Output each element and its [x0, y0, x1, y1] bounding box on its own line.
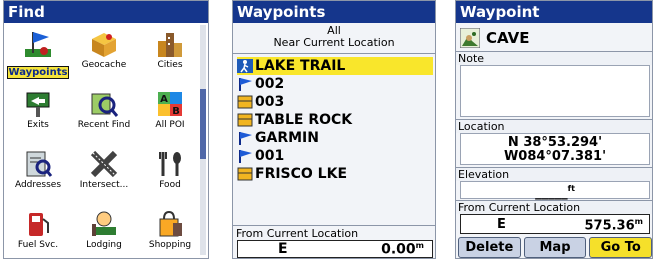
waypoint-row[interactable]: 001	[237, 147, 433, 165]
waypoints-near-label: Near Current Location	[273, 36, 395, 49]
waypoint-row[interactable]: 003	[237, 93, 433, 111]
location-label: Location	[456, 119, 652, 133]
waypoint-row[interactable]: GARMIN	[237, 129, 433, 147]
elevation-field[interactable]: _____ft	[460, 181, 650, 201]
elevation-value: _____	[535, 185, 568, 201]
find-item-shopping[interactable]: Shopping	[138, 205, 202, 258]
detail-distance-value: 575.36m	[584, 217, 643, 234]
all-poi-icon: AB	[155, 89, 185, 119]
map-button[interactable]: Map	[523, 237, 587, 258]
blue-flag-icon	[237, 77, 253, 91]
find-scrollbar-thumb[interactable]	[200, 89, 206, 159]
svg-text:B: B	[172, 106, 180, 117]
waypoint-name: CAVE	[486, 29, 530, 47]
find-item-addresses[interactable]: Addresses	[6, 145, 70, 203]
waypoint-name-field[interactable]: CAVE	[459, 27, 530, 49]
waypoints-title: Waypoints	[233, 1, 435, 23]
waypoint-detail-title: Waypoint	[456, 1, 652, 23]
find-item-waypoints[interactable]: Waypoints	[6, 25, 70, 83]
recent-find-icon	[89, 89, 119, 119]
find-item-lodging[interactable]: Lodging	[72, 205, 136, 258]
waypoints-filter-header[interactable]: All Near Current Location	[233, 23, 435, 49]
find-title: Find	[4, 1, 208, 23]
cache-box-icon	[237, 167, 253, 181]
food-utensils-icon	[155, 149, 185, 179]
lodging-bed-icon	[89, 209, 119, 239]
delete-button[interactable]: Delete	[458, 237, 521, 258]
note-field[interactable]	[460, 65, 650, 117]
find-item-recent-find[interactable]: Recent Find	[72, 85, 136, 143]
waypoint-detail-screen: Waypoint CAVE Note Location N 38°53.294'…	[455, 0, 653, 259]
fuel-pump-icon	[23, 209, 53, 239]
svg-text:A: A	[160, 94, 168, 105]
detail-distance-field: E 575.36m	[460, 214, 650, 234]
longitude-value: W084°07.381'	[503, 149, 607, 164]
waypoint-row[interactable]: LAKE TRAIL	[237, 57, 433, 75]
waypoints-from-label: From Current Location	[233, 225, 435, 240]
waypoint-row[interactable]: FRISCO LKE	[237, 165, 433, 183]
find-item-cities[interactable]: Cities	[138, 25, 202, 83]
distance-value: 0.00m	[381, 241, 424, 258]
waypoints-flag-icon	[23, 29, 53, 59]
waypoint-row[interactable]: TABLE ROCK	[237, 111, 433, 129]
shopping-bag-icon	[155, 209, 185, 239]
go-to-button[interactable]: Go To	[589, 237, 652, 258]
elevation-label: Elevation	[456, 167, 652, 181]
waypoints-distance-field: E 0.00m	[237, 240, 433, 258]
direction-value: E	[278, 241, 288, 257]
intersection-icon	[89, 149, 119, 179]
detail-direction-value: E	[497, 217, 506, 232]
divider	[233, 53, 435, 54]
find-item-all-poi[interactable]: AB All POI	[138, 85, 202, 143]
waypoint-row[interactable]: 002	[237, 75, 433, 93]
address-book-icon	[23, 149, 53, 179]
find-item-geocache[interactable]: Geocache	[72, 25, 136, 83]
blue-flag-icon	[237, 149, 253, 163]
find-item-intersection[interactable]: Intersect...	[72, 145, 136, 203]
latitude-value: N 38°53.294'	[507, 135, 603, 150]
blue-flag-icon	[237, 131, 253, 145]
exit-sign-icon	[23, 89, 53, 119]
waypoint-list: LAKE TRAIL 002 003 TABLE ROCK GARMIN 001…	[237, 57, 433, 183]
find-item-exits[interactable]: Exits	[6, 85, 70, 143]
find-item-food[interactable]: Food	[138, 145, 202, 203]
location-field[interactable]: N 38°53.294' W084°07.381'	[460, 133, 650, 165]
cache-box-icon	[237, 95, 253, 109]
waypoints-screen: Waypoints All Near Current Location LAKE…	[232, 0, 436, 259]
find-screen: Find Waypoints Geocache Cities Exits Rec…	[3, 0, 209, 259]
geocache-box-icon	[89, 29, 119, 59]
find-item-fuel[interactable]: Fuel Svc.	[6, 205, 70, 258]
cache-box-icon	[237, 113, 253, 127]
note-label: Note	[456, 51, 652, 65]
detail-button-bar: Delete Map Go To	[456, 236, 652, 258]
hiker-icon	[237, 59, 253, 73]
find-scrollbar[interactable]	[200, 25, 206, 255]
waypoint-symbol-icon[interactable]	[459, 27, 481, 49]
detail-from-label: From Current Location	[456, 200, 652, 214]
city-buildings-icon	[155, 29, 185, 59]
